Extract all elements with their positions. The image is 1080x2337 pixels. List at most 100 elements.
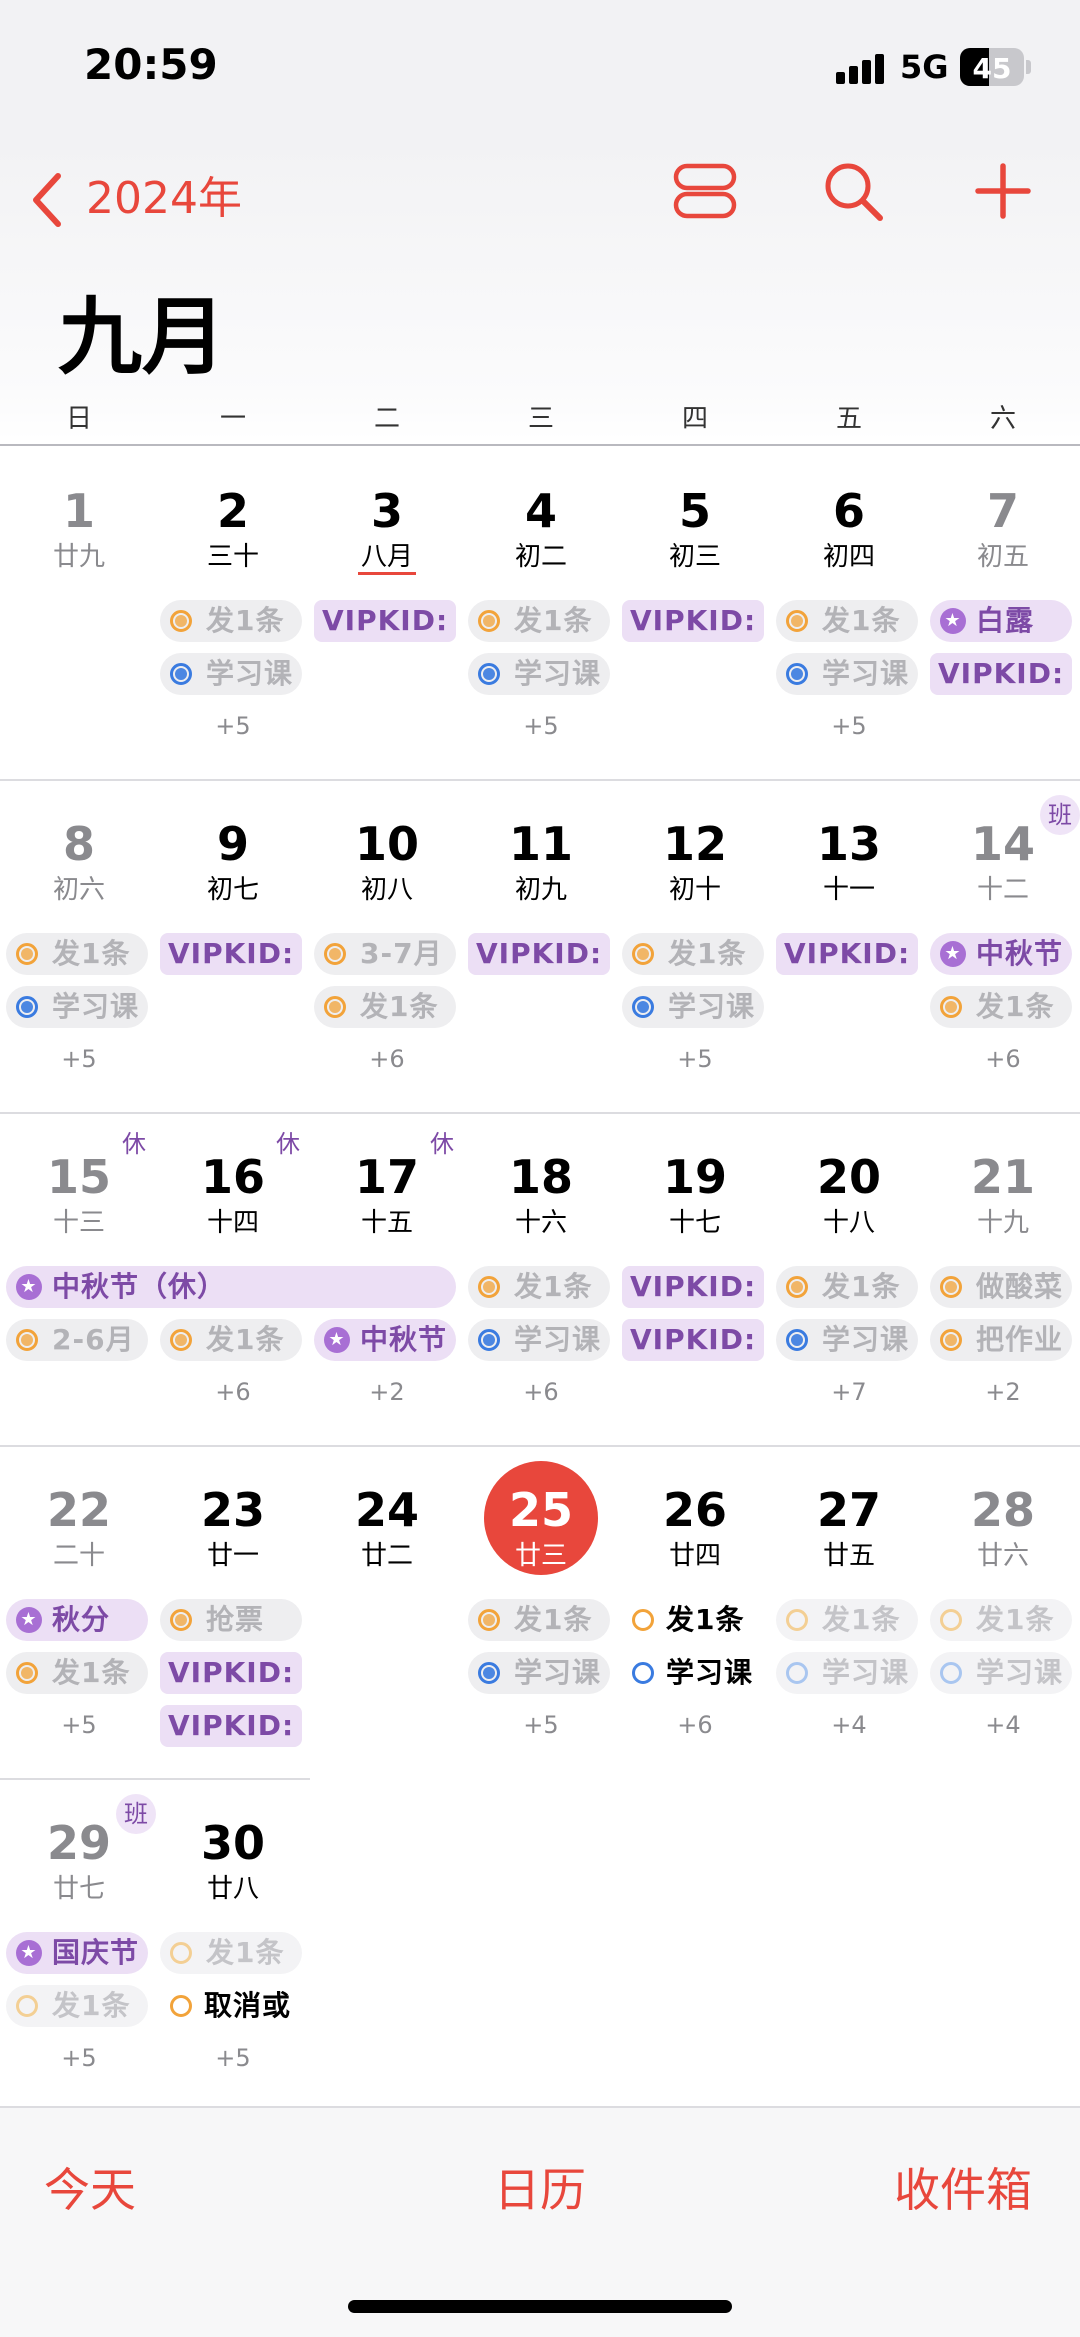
day-cell[interactable]: 11 初九 VIPKID: [464, 781, 618, 1112]
calendar-event[interactable]: VIPKID: [160, 1705, 302, 1747]
more-events-count[interactable]: +5 [2, 1045, 156, 1073]
day-cell[interactable]: 22 二十 ★ 秋分 发1条 +5 [2, 1447, 156, 1778]
reminder-event[interactable]: 发1条 [776, 1599, 918, 1641]
calendar-event[interactable]: VIPKID: [622, 600, 764, 642]
day-cell[interactable]: 12 初十 发1条 学习课 +5 [618, 781, 772, 1112]
reminder-event[interactable]: 发1条 [6, 1652, 148, 1694]
reminder-event[interactable]: 抢票 [160, 1599, 302, 1641]
more-events-count[interactable]: +5 [156, 712, 310, 740]
calendar-event[interactable]: VIPKID: [622, 1266, 764, 1308]
reminder-event[interactable]: 发1条 [776, 600, 918, 642]
day-cell[interactable]: 27 廿五 发1条 学习课 +4 [772, 1447, 926, 1778]
holiday-event[interactable]: ★ 白露 [930, 600, 1072, 642]
day-cell[interactable]: 9 初七 VIPKID: [156, 781, 310, 1112]
more-events-count[interactable]: +5 [618, 1045, 772, 1073]
more-events-count[interactable]: +4 [772, 1711, 926, 1739]
day-cell[interactable]: 26 廿四 发1条 学习课 +6 [618, 1447, 772, 1778]
reminder-event[interactable]: 发1条 [930, 986, 1072, 1028]
reminder-event[interactable]: 发1条 [160, 1932, 302, 1974]
reminder-event[interactable]: 发1条 [622, 933, 764, 975]
day-cell[interactable]: 21 十九 做酸菜 把作业 +2 [926, 1114, 1080, 1445]
reminder-event[interactable]: 取消或 [160, 1985, 302, 2027]
day-cell[interactable]: 4 初二 发1条 学习课 +5 [464, 448, 618, 779]
reminder-event[interactable]: 学习课 [468, 653, 610, 695]
reminder-event[interactable]: 学习课 [776, 1319, 918, 1361]
reminder-event[interactable]: 学习课 [622, 1652, 764, 1694]
more-events-count[interactable]: +5 [772, 712, 926, 740]
more-events-count[interactable]: +4 [926, 1711, 1080, 1739]
day-cell[interactable]: 13 十一 VIPKID: [772, 781, 926, 1112]
reminder-event[interactable]: 做酸菜 [930, 1266, 1072, 1308]
day-cell[interactable]: 19 十七 VIPKID: VIPKID: [618, 1114, 772, 1445]
reminder-event[interactable]: 发1条 [622, 1599, 764, 1641]
calendar-event[interactable]: VIPKID: [468, 933, 610, 975]
plus-icon[interactable] [970, 158, 1036, 228]
more-events-count[interactable]: +6 [310, 1045, 464, 1073]
calendar-event[interactable]: VIPKID: [930, 653, 1072, 695]
day-cell[interactable]: 25 廿三 发1条 学习课 +5 [464, 1447, 618, 1778]
holiday-event[interactable]: ★ 中秋节 [930, 933, 1072, 975]
back-button[interactable]: 2024年 [86, 162, 242, 226]
day-cell[interactable]: 28 廿六 发1条 学习课 +4 [926, 1447, 1080, 1778]
calendar-event[interactable]: VIPKID: [314, 600, 456, 642]
reminder-event[interactable]: 把作业 [930, 1319, 1072, 1361]
more-events-count[interactable]: +2 [926, 1378, 1080, 1406]
more-events-count[interactable]: +6 [156, 1378, 310, 1406]
day-cell[interactable]: 18 十六 发1条 学习课 +6 [464, 1114, 618, 1445]
calendar-event[interactable]: VIPKID: [160, 933, 302, 975]
reminder-event[interactable]: 发1条 [776, 1266, 918, 1308]
reminder-event[interactable]: 发1条 [468, 1599, 610, 1641]
reminder-event[interactable]: 发1条 [160, 600, 302, 642]
day-cell[interactable]: 1 廿九 [2, 448, 156, 779]
calendar-event[interactable]: VIPKID: [622, 1319, 764, 1361]
list-view-icon[interactable] [672, 158, 738, 228]
holiday-event[interactable]: ★ 国庆节 [6, 1932, 148, 1974]
reminder-event[interactable]: 2-6月 [6, 1319, 148, 1361]
today-button[interactable]: 今天 [44, 2154, 136, 2220]
day-cell[interactable]: 24 廿二 [310, 1447, 464, 1778]
day-cell[interactable]: 14 十二班 ★ 中秋节 发1条 +6 [926, 781, 1080, 1112]
day-cell[interactable]: 3 八月 VIPKID: [310, 448, 464, 779]
day-cell[interactable]: 15 十三休 ★ 中秋节（休） 2-6月 [2, 1114, 456, 1445]
more-events-count[interactable]: +6 [618, 1711, 772, 1739]
holiday-event[interactable]: ★ 中秋节 [314, 1319, 456, 1361]
more-events-count[interactable]: +5 [156, 2044, 310, 2072]
more-events-count[interactable]: +5 [2, 2044, 156, 2072]
reminder-event[interactable]: 发1条 [6, 1985, 148, 2027]
reminder-event[interactable]: 发1条 [314, 986, 456, 1028]
reminder-event[interactable]: 学习课 [622, 986, 764, 1028]
reminder-event[interactable]: 发1条 [468, 600, 610, 642]
reminder-event[interactable]: 3-7月 [314, 933, 456, 975]
reminder-event[interactable]: 发1条 [930, 1599, 1072, 1641]
day-cell[interactable]: 6 初四 发1条 学习课 +5 [772, 448, 926, 779]
more-events-count[interactable]: +5 [2, 1711, 156, 1739]
calendar-event[interactable]: VIPKID: [776, 933, 918, 975]
day-cell[interactable]: 7 初五 ★ 白露 VIPKID: [926, 448, 1080, 779]
reminder-event[interactable]: 学习课 [776, 1652, 918, 1694]
day-cell[interactable]: 8 初六 发1条 学习课 +5 [2, 781, 156, 1112]
more-events-count[interactable]: +5 [464, 1711, 618, 1739]
reminder-event[interactable]: 学习课 [468, 1652, 610, 1694]
holiday-event[interactable]: ★ 秋分 [6, 1599, 148, 1641]
day-cell[interactable]: 20 十八 发1条 学习课 +7 [772, 1114, 926, 1445]
more-events-count[interactable]: +7 [772, 1378, 926, 1406]
more-events-count[interactable]: +2 [310, 1378, 464, 1406]
day-cell[interactable]: 2 三十 发1条 学习课 +5 [156, 448, 310, 779]
calendars-button[interactable]: 日历 [494, 2154, 586, 2220]
more-events-count[interactable]: +6 [464, 1378, 618, 1406]
day-cell[interactable]: 5 初三 VIPKID: [618, 448, 772, 779]
day-cell[interactable]: 10 初八 3-7月 发1条 +6 [310, 781, 464, 1112]
more-events-count[interactable]: +6 [926, 1045, 1080, 1073]
day-cell[interactable]: 30 廿八 发1条 取消或 +5 [156, 1780, 310, 2111]
day-cell[interactable]: 29 廿七班 ★ 国庆节 发1条 +5 [2, 1780, 156, 2111]
reminder-event[interactable]: 发1条 [468, 1266, 610, 1308]
calendar-event[interactable]: VIPKID: [160, 1652, 302, 1694]
reminder-event[interactable]: 学习课 [6, 986, 148, 1028]
reminder-event[interactable]: 学习课 [930, 1652, 1072, 1694]
day-cell[interactable]: 16 十四休发1条 +6 [156, 1114, 310, 1445]
reminder-event[interactable]: 学习课 [776, 653, 918, 695]
more-events-count[interactable]: +5 [464, 712, 618, 740]
search-icon[interactable] [820, 158, 886, 228]
reminder-event[interactable]: 学习课 [160, 653, 302, 695]
reminder-event[interactable]: 学习课 [468, 1319, 610, 1361]
